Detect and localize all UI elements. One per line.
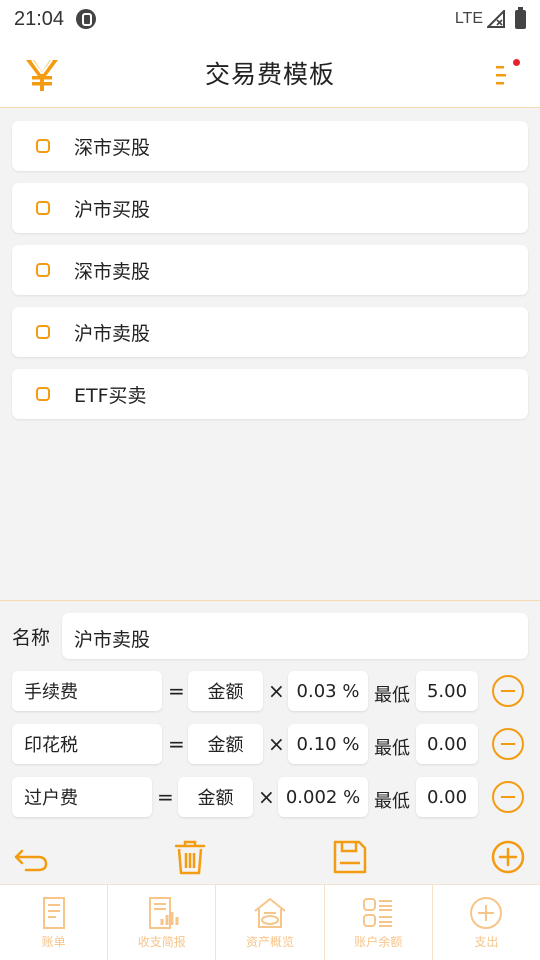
undo-icon[interactable] bbox=[12, 837, 52, 877]
min-value-field[interactable]: 0.00 bbox=[416, 777, 478, 817]
assets-icon bbox=[254, 898, 286, 928]
tab-bill[interactable]: 账单 bbox=[0, 885, 109, 960]
fee-base-field[interactable]: 金额 bbox=[178, 777, 253, 817]
notification-dot bbox=[513, 59, 520, 66]
remove-fee-button[interactable] bbox=[492, 781, 524, 813]
checkbox-icon[interactable] bbox=[36, 387, 50, 401]
template-item[interactable]: ETF买卖 bbox=[12, 369, 528, 419]
bill-icon bbox=[42, 897, 65, 929]
save-icon[interactable] bbox=[330, 837, 370, 877]
template-item[interactable]: 深市买股 bbox=[12, 121, 528, 171]
name-label: 名称 bbox=[12, 627, 51, 649]
times-sign: × bbox=[258, 785, 275, 809]
checkbox-icon[interactable] bbox=[36, 201, 50, 215]
tab-balance[interactable]: 账户余额 bbox=[325, 885, 433, 960]
template-label: 沪市卖股 bbox=[74, 322, 151, 345]
tab-assets[interactable]: 资产概览 bbox=[216, 885, 325, 960]
checkbox-icon[interactable] bbox=[36, 263, 50, 277]
equals-sign: = bbox=[168, 679, 185, 703]
name-input[interactable]: 沪市卖股 bbox=[62, 613, 528, 659]
fee-name-field[interactable]: 过户费 bbox=[12, 777, 152, 817]
template-item[interactable]: 深市卖股 bbox=[12, 245, 528, 295]
editor-actions bbox=[0, 837, 540, 877]
template-list: 深市买股 沪市买股 深市卖股 沪市卖股 ETF买卖 bbox=[12, 121, 528, 431]
equals-sign: = bbox=[157, 785, 174, 809]
equals-sign: = bbox=[168, 732, 185, 756]
menu-button[interactable] bbox=[494, 59, 520, 88]
tab-label: 收支简报 bbox=[137, 935, 186, 949]
name-row: 名称 沪市卖股 bbox=[12, 613, 528, 659]
fee-name-field[interactable]: 印花税 bbox=[12, 724, 162, 764]
signal-icon bbox=[487, 10, 505, 28]
bottom-tab-bar: 账单 收支简报 资产概览 账户余额 支出 bbox=[0, 884, 540, 960]
fee-base-field[interactable]: 金额 bbox=[188, 671, 263, 711]
tab-label: 支出 bbox=[474, 935, 499, 949]
template-item[interactable]: 沪市卖股 bbox=[12, 307, 528, 357]
tab-label: 资产概览 bbox=[246, 935, 295, 949]
checkbox-icon[interactable] bbox=[36, 139, 50, 153]
min-value-field[interactable]: 5.00 bbox=[416, 671, 478, 711]
status-bar: 21:04 LTE bbox=[0, 0, 540, 38]
times-sign: × bbox=[268, 679, 285, 703]
remove-fee-button[interactable] bbox=[492, 675, 524, 707]
yuan-logo-icon[interactable] bbox=[24, 56, 60, 92]
tab-label: 账户余额 bbox=[354, 935, 403, 949]
fee-rate-field[interactable]: 0.002 % bbox=[278, 777, 368, 817]
min-value-field[interactable]: 0.00 bbox=[416, 724, 478, 764]
add-fee-icon[interactable] bbox=[490, 837, 530, 877]
remove-fee-button[interactable] bbox=[492, 728, 524, 760]
notification-app-icon bbox=[76, 9, 97, 29]
min-label: 最低 bbox=[374, 685, 410, 706]
times-sign: × bbox=[268, 732, 285, 756]
menu-icon bbox=[496, 66, 506, 85]
tab-expense[interactable]: 支出 bbox=[433, 885, 540, 960]
fee-name-field[interactable]: 手续费 bbox=[12, 671, 162, 711]
tab-label: 账单 bbox=[41, 935, 66, 949]
add-expense-icon bbox=[470, 897, 503, 929]
template-label: 深市卖股 bbox=[74, 260, 151, 283]
template-label: 沪市买股 bbox=[74, 198, 151, 221]
battery-icon bbox=[515, 6, 526, 29]
app-header: 交易费模板 bbox=[0, 38, 540, 108]
report-icon bbox=[148, 897, 179, 929]
template-editor: 名称 沪市卖股 手续费 = 金额 × 0.03 % 最低 5.00 印花税 = … bbox=[0, 600, 540, 884]
min-label: 最低 bbox=[374, 738, 410, 759]
template-label: ETF买卖 bbox=[74, 384, 147, 407]
fee-base-field[interactable]: 金额 bbox=[188, 724, 263, 764]
balance-icon bbox=[363, 898, 393, 927]
fee-rate-field[interactable]: 0.10 % bbox=[288, 724, 368, 764]
template-label: 深市买股 bbox=[74, 136, 151, 159]
status-right: LTE bbox=[454, 6, 526, 29]
checkbox-icon[interactable] bbox=[36, 325, 50, 339]
tab-report[interactable]: 收支简报 bbox=[108, 885, 217, 960]
min-label: 最低 bbox=[374, 791, 410, 812]
template-item[interactable]: 沪市买股 bbox=[12, 183, 528, 233]
fee-rate-field[interactable]: 0.03 % bbox=[288, 671, 368, 711]
page-title: 交易费模板 bbox=[204, 59, 335, 89]
status-time: 21:04 bbox=[14, 7, 65, 30]
network-type: LTE bbox=[454, 10, 483, 27]
trash-icon[interactable] bbox=[170, 837, 210, 877]
